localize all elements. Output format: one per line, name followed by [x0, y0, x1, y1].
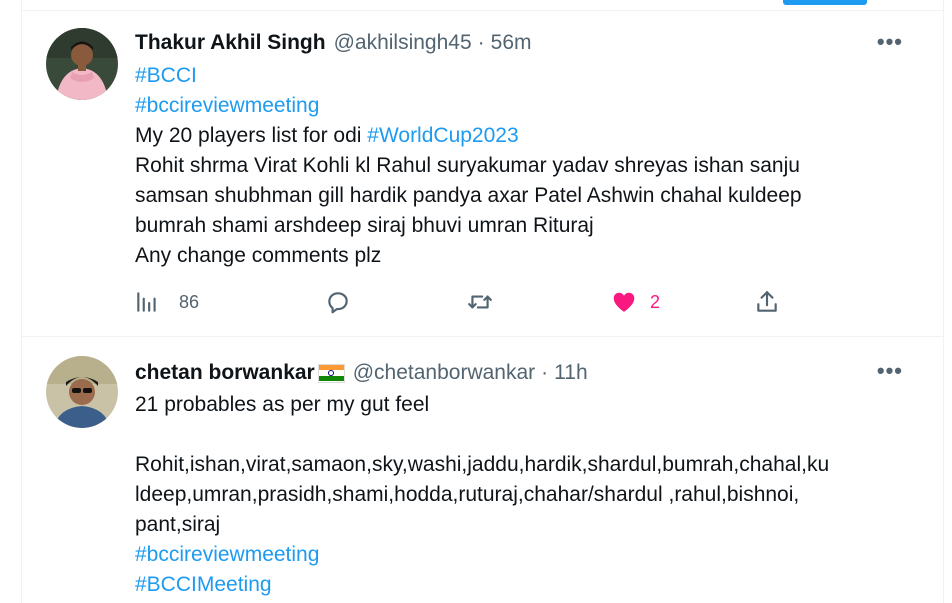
hashtag-link[interactable]: #WorldCup2023: [367, 124, 518, 147]
hashtag-link[interactable]: #bccireviewmeeting: [135, 543, 319, 566]
analytics-icon: [137, 292, 156, 312]
tweet-text-line: My 20 players list for odi: [135, 124, 368, 147]
avatar[interactable]: [46, 356, 118, 428]
more-options-icon[interactable]: •••: [877, 29, 903, 55]
separator: ·: [477, 31, 485, 54]
tweet-text-line: Rohit shrma Virat Kohli kl Rahul suryaku…: [135, 154, 800, 177]
user-photo-avatar: [46, 356, 118, 428]
display-name[interactable]: Thakur Akhil Singh: [135, 31, 326, 55]
hashtag-link[interactable]: #bccireviewmeeting: [135, 94, 319, 117]
views-count: 86: [179, 291, 200, 312]
tweet-text-line: pant,siraj: [135, 513, 221, 536]
share-button[interactable]: [754, 289, 780, 315]
reply-icon: [328, 292, 348, 314]
tweet-header: Thakur Akhil Singh @akhilsingh45 · 56m: [135, 31, 532, 55]
avatar[interactable]: [46, 28, 118, 100]
tweet-text: #BCCI #bccireviewmeeting My 20 players l…: [135, 61, 895, 271]
timeline-feed: Thakur Akhil Singh @akhilsingh45 · 56m •…: [21, 0, 944, 603]
hashtag-link[interactable]: #BCCI: [135, 64, 197, 87]
heart-filled-icon: [613, 292, 635, 312]
like-button[interactable]: 2: [611, 289, 660, 315]
active-tab-indicator: [783, 0, 867, 5]
user-photo-avatar: [46, 28, 118, 100]
timestamp[interactable]: 11h: [554, 361, 587, 385]
likes-count: 2: [650, 291, 661, 312]
share-icon: [757, 291, 777, 312]
tweet-text: 21 probables as per my gut feel Rohit,is…: [135, 390, 895, 600]
hashtag-link[interactable]: #BCCIMeeting: [135, 573, 272, 596]
tweet-text-line: Any change comments plz: [135, 244, 382, 267]
user-handle[interactable]: @chetanborwankar: [353, 361, 535, 385]
reply-button[interactable]: [325, 289, 351, 315]
india-flag-icon: [317, 363, 345, 383]
tweet-text-line: bumrah shami arshdeep siraj bhuvi umran …: [135, 214, 594, 237]
tweet[interactable]: chetan borwankar @chetanborwankar · 11h …: [22, 338, 943, 603]
separator: ·: [541, 361, 549, 384]
views-button[interactable]: 86: [134, 289, 199, 315]
tweet-text-line: Rohit,ishan,virat,samaon,sky,washi,jaddu…: [135, 453, 830, 476]
user-handle[interactable]: @akhilsingh45: [334, 31, 472, 55]
display-name[interactable]: chetan borwankar: [135, 361, 315, 385]
tweet-actions: 86 2: [134, 289, 777, 319]
tweet-header: chetan borwankar @chetanborwankar · 11h: [135, 361, 588, 385]
retweet-button[interactable]: [467, 289, 493, 315]
tweet-text-line: 21 probables as per my gut feel: [135, 393, 430, 416]
retweet-icon: [468, 295, 492, 309]
more-options-icon[interactable]: •••: [877, 358, 903, 384]
tweet-text-line: samsan shubhman gill hardik pandya axar …: [135, 184, 802, 207]
timestamp[interactable]: 56m: [491, 31, 532, 55]
tweet[interactable]: Thakur Akhil Singh @akhilsingh45 · 56m •…: [22, 11, 943, 337]
tweet-text-line: ldeep,umran,prasidh,shami,hodda,ruturaj,…: [135, 483, 800, 506]
